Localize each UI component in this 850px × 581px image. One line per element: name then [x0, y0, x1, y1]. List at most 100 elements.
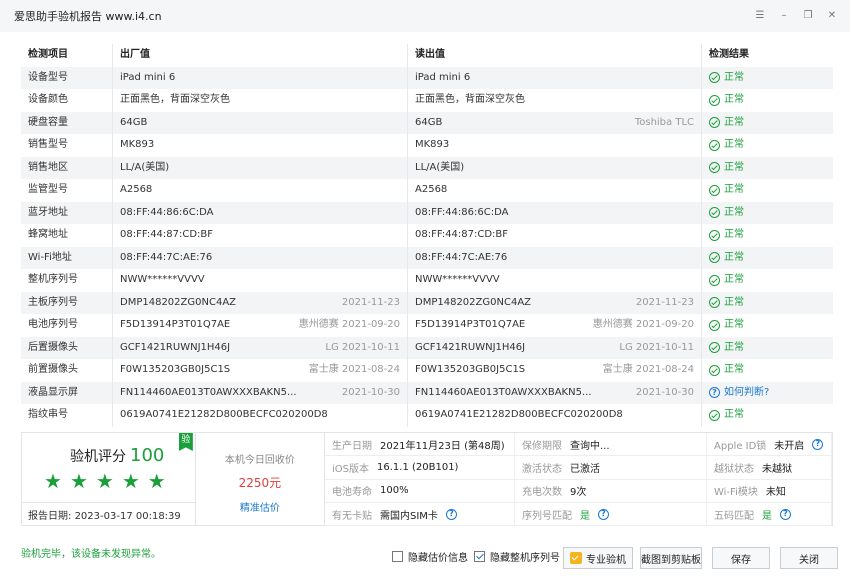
result-cell: 正常 — [702, 224, 833, 247]
result-text: 正常 — [724, 139, 744, 150]
info-value: 未开启 — [774, 440, 805, 452]
factory-text: NWW******VVVV — [120, 274, 205, 285]
result-cell: 正常 — [702, 337, 833, 360]
menu-icon[interactable]: ☰ — [754, 9, 766, 21]
info-key: Apple ID锁 — [714, 440, 767, 452]
help-icon[interactable]: ? — [598, 508, 609, 520]
factory-extra: 惠州德赛 2021-09-20 — [298, 319, 400, 330]
table-row: 液晶显示屏 FN114460AE013T0AWXXXBAKN5... 2021-10… — [21, 381, 833, 405]
table-row: Wi-Fi地址 08:FF:44:7C:AE:76 08:FF:44:7C:AE:7… — [21, 246, 833, 269]
factory-text: DMP148202ZG0NC4AZ — [120, 296, 237, 308]
factory-text: F5D13914P3T01Q7AE — [120, 319, 231, 330]
save-button[interactable]: 保存 — [712, 547, 770, 569]
table-row: 销售型号 MK893 MK893 正常 — [21, 134, 833, 157]
close-button[interactable]: 关闭 — [780, 547, 838, 569]
item-name: 监管型号 — [21, 179, 113, 202]
info-cell: 生产日期 2021年11月23日 (第48周) — [325, 433, 515, 457]
info-value: 需国内SIM卡 — [380, 510, 438, 522]
factory-text: 0619A0741E21282D800BECFC020200D8 — [120, 409, 328, 420]
checkbox-icon[interactable] — [392, 551, 403, 562]
report-date-value: 2023-03-17 00:18:39 — [74, 511, 181, 522]
check-circle-icon — [709, 342, 720, 354]
item-name: 主板序列号 — [21, 291, 113, 314]
hide-serial-checkbox[interactable]: 隐藏整机序列号 — [474, 549, 560, 564]
read-text: iPad mini 6 — [415, 71, 471, 83]
close-icon[interactable]: ✕ — [826, 9, 838, 21]
read-extra: 富士康 2021-08-24 — [602, 364, 694, 375]
factory-value: 08:FF:44:87:CD:BF — [113, 224, 408, 247]
factory-text: F0W135203GB0J5C1S — [120, 364, 231, 375]
check-table: 检测项目 出厂值 读出值 检测结果 设备型号 iPad mini 6 iPad mi… — [21, 44, 833, 427]
help-icon[interactable]: ? — [445, 508, 457, 520]
header-read: 读出值 — [408, 44, 702, 67]
precise-estimate-link[interactable]: 精准估价 — [196, 499, 324, 514]
info-cell: 五码匹配是? — [707, 502, 832, 527]
minimize-icon[interactable]: – — [778, 9, 790, 21]
table-row: 主板序列号 DMP148202ZG0NC4AZ 2021-11-23 DMP14820… — [21, 291, 833, 314]
result-text: 正常 — [724, 409, 744, 420]
checkbox-checked-icon[interactable] — [474, 551, 485, 562]
result-cell: 正常 — [702, 202, 833, 225]
info-cell: iOS版本 16.1.1 (20B101) — [325, 456, 515, 480]
read-value: 08:FF:44:86:6C:DA — [408, 201, 702, 224]
star-icon: ★ — [95, 469, 114, 493]
result-cell: 正常 — [702, 359, 833, 382]
read-text: 0619A0741E21282D800BECFC020200D8 — [415, 409, 623, 420]
info-key: 有无卡贴 — [332, 510, 372, 522]
read-value: 0619A0741E21282D800BECFC020200D8 — [408, 404, 702, 427]
table-row: 蜂窝地址 08:FF:44:87:CD:BF 08:FF:44:87:CD:BF 正常 — [21, 224, 833, 247]
factory-value: A2568 — [113, 179, 408, 202]
factory-text: 08:FF:44:87:CD:BF — [120, 229, 214, 240]
item-name: 整机序列号 — [21, 269, 113, 292]
read-extra: Toshiba TLC — [634, 116, 694, 128]
table-header: 检测项目 出厂值 读出值 检测结果 — [21, 44, 833, 67]
result-cell: 正常 — [702, 157, 833, 180]
result-text: 正常 — [724, 319, 744, 330]
info-cell: 激活状态 已激活 — [515, 456, 707, 480]
read-value: DMP148202ZG0NC4AZ 2021-11-23 — [408, 291, 702, 314]
factory-text: 正面黑色，背面深空灰色 — [120, 94, 230, 105]
result-link[interactable]: 如何判断? — [724, 382, 769, 405]
info-value: 查询中... — [570, 440, 610, 452]
pro-check-button[interactable]: 专业验机 — [563, 547, 633, 569]
check-circle-icon — [709, 252, 720, 264]
help-icon[interactable]: ? — [812, 438, 824, 450]
star-icon: ★ — [121, 469, 140, 493]
price-section: 本机今日回收价 2250元 精准估价 — [196, 433, 325, 525]
result-cell[interactable]: ? 如何判断? — [702, 382, 833, 405]
check-circle-icon — [709, 94, 720, 106]
info-key: 激活状态 — [522, 463, 562, 475]
restore-icon[interactable]: ❐ — [802, 9, 814, 21]
result-cell: 正常 — [702, 314, 833, 337]
factory-text: LL/A(美国) — [120, 161, 170, 173]
result-text: 正常 — [724, 274, 744, 285]
item-name: 指纹串号 — [21, 404, 113, 427]
read-extra: 惠州德赛 2021-09-20 — [592, 319, 694, 330]
item-name: 设备颜色 — [21, 89, 113, 112]
result-cell: 正常 — [702, 67, 833, 90]
read-value: 08:FF:44:7C:AE:76 — [408, 246, 702, 269]
check-circle-icon — [709, 229, 720, 241]
hide-price-checkbox[interactable]: 隐藏估价信息 — [392, 549, 468, 564]
read-text: 08:FF:44:86:6C:DA — [415, 206, 509, 218]
info-key: 越狱状态 — [714, 463, 754, 475]
title-bar: 爱思助手验机报告 www.i4.cn ☰ – ❐ ✕ — [0, 0, 850, 32]
info-key: iOS版本 — [332, 463, 369, 475]
table-row: 指纹串号 0619A0741E21282D800BECFC020200D8 0619… — [21, 404, 833, 427]
read-text: NWW******VVVV — [415, 274, 500, 285]
help-icon[interactable]: ? — [780, 508, 791, 520]
screenshot-button[interactable]: 截图到剪贴板 — [640, 547, 702, 569]
read-value: GCF1421RUWNJ1H46J LG 2021-10-11 — [408, 336, 702, 359]
read-text: GCF1421RUWNJ1H46J — [415, 341, 526, 353]
pro-check-icon — [570, 552, 582, 564]
help-icon[interactable]: ? — [709, 387, 720, 399]
info-key: 充电次数 — [522, 487, 562, 499]
factory-value: 08:FF:44:86:6C:DA — [113, 201, 408, 224]
item-name: 前置摄像头 — [21, 359, 113, 382]
factory-extra: 富士康 2021-08-24 — [308, 364, 400, 375]
check-circle-icon — [709, 207, 720, 219]
table-row: 后置摄像头 GCF1421RUWNJ1H46J LG 2021-10-11 GCF14… — [21, 336, 833, 360]
info-key: 五码匹配 — [714, 510, 754, 522]
result-text: 正常 — [724, 364, 744, 375]
hide-serial-label: 隐藏整机序列号 — [490, 553, 560, 564]
